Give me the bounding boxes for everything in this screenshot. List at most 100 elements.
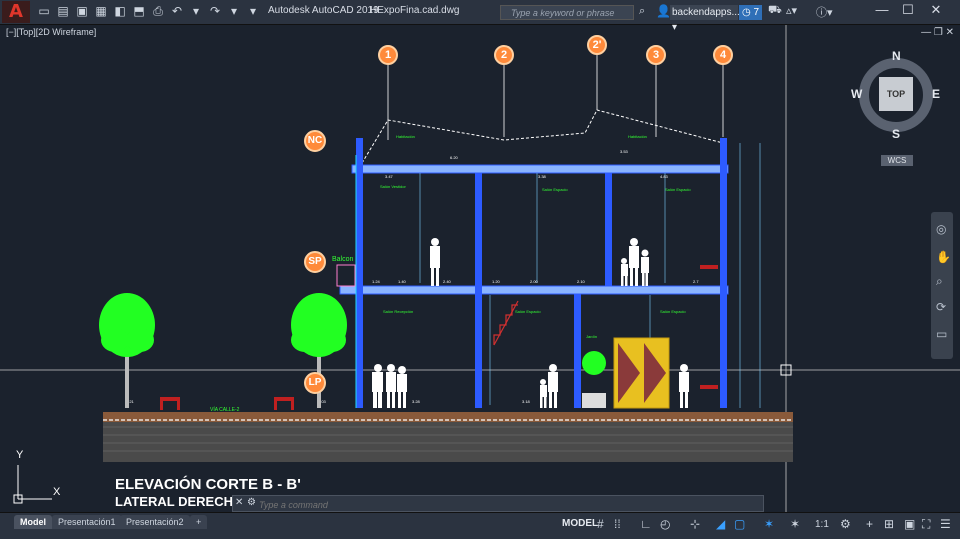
command-settings-icon[interactable]: ⚙ (247, 497, 256, 508)
compass-west[interactable]: W (851, 87, 862, 101)
help-icon[interactable]: ⓘ▾ (816, 4, 833, 20)
tab-model[interactable]: Model (14, 515, 52, 529)
maximize-icon[interactable]: ☐ (896, 2, 920, 18)
compass-east[interactable]: E (932, 87, 940, 101)
user-account[interactable]: backendapps... ▾ (670, 5, 740, 33)
column-3b (574, 294, 581, 408)
compass-north[interactable]: N (892, 49, 901, 63)
axis-marker-1: 1 (378, 45, 398, 65)
close-icon[interactable]: ✕ (924, 2, 948, 18)
annotation-scale[interactable]: 1:1 (815, 519, 829, 530)
column-1 (356, 138, 363, 408)
web-icon[interactable]: ◧ (112, 3, 128, 19)
polar-icon[interactable]: ◴ (660, 517, 670, 531)
viewcube[interactable]: TOP N S W E (851, 49, 940, 141)
pan-icon[interactable]: ✋ (936, 250, 951, 264)
column-4 (720, 138, 727, 408)
ucs-icon (13, 465, 52, 504)
axis-marker-3: 3 (646, 45, 666, 65)
svg-text:Salón Vestidor: Salón Vestidor (380, 184, 406, 189)
cart-icon[interactable]: ⛟ (768, 4, 782, 18)
navigation-bar: ◎ ✋ ⌕ ⟳ ▭ (931, 212, 953, 359)
axis-lines (387, 55, 724, 140)
wcs-menu[interactable]: WCS (881, 155, 913, 166)
add-layout-button[interactable]: + (190, 515, 208, 529)
new-icon[interactable]: ▭ (36, 3, 52, 19)
planter-box (582, 393, 606, 408)
auto-scale-icon[interactable]: ✶ (790, 517, 800, 531)
column-3 (605, 173, 612, 286)
svg-text:3.53: 3.53 (620, 149, 629, 154)
tab-presentacion1[interactable]: Presentación1 (52, 515, 122, 529)
hardware-acceleration-icon[interactable]: ▣ (904, 517, 915, 531)
level-marker-sp: SP (304, 251, 326, 273)
ucs-x-label: X (53, 486, 61, 498)
grid-icon[interactable]: # (597, 517, 604, 531)
file-title: HExpoFina.cad.dwg (370, 5, 460, 16)
upload-icon[interactable]: ⬒ (131, 3, 147, 19)
drawing-subtitle: LATERAL DERECHA (115, 494, 243, 509)
showmotion-icon[interactable]: ▭ (936, 327, 947, 341)
open-icon[interactable]: ▤ (55, 3, 71, 19)
svg-text:3.28: 3.28 (412, 399, 421, 404)
svg-text:Habitación: Habitación (396, 134, 415, 139)
undo-dropdown-icon[interactable]: ▾ (188, 3, 204, 19)
svg-text:1.24: 1.24 (372, 279, 381, 284)
app-store-icon[interactable]: ▵▾ (786, 4, 797, 17)
save-as-icon[interactable]: ▦ (93, 3, 109, 19)
save-icon[interactable]: ▣ (74, 3, 90, 19)
zoom-extents-icon[interactable]: ⌕ (936, 274, 943, 289)
customization-menu-icon[interactable]: ☰ (940, 517, 951, 531)
app-menu-button[interactable]: A (2, 1, 30, 23)
svg-text:1.40: 1.40 (398, 279, 407, 284)
street-label: VÍA CALLE-2 (210, 407, 240, 413)
balcon-label: Balcon (332, 256, 354, 263)
svg-text:3.38: 3.38 (538, 174, 547, 179)
minimize-icon[interactable]: — (870, 2, 894, 17)
dimension-text: 6.20 3.53 3.47 3.38 4.83 1.24 1.40 2.40 … (126, 149, 699, 404)
svg-text:2.40: 2.40 (443, 279, 452, 284)
app-title: Autodesk AutoCAD 2019 (268, 5, 379, 16)
viewcube-top-face[interactable]: TOP (879, 77, 913, 111)
column-2 (475, 173, 482, 408)
model-space-toggle[interactable]: MODEL (562, 518, 598, 529)
tab-presentacion2[interactable]: Presentación2 (120, 515, 190, 529)
plus-icon[interactable]: + (866, 517, 873, 531)
annotation-visibility-icon[interactable]: ✶ (764, 517, 774, 531)
steering-wheel-icon[interactable]: ◎ (936, 222, 946, 236)
ucs-y-label: Y (16, 449, 24, 461)
axis-marker-2-prime: 2' (587, 35, 607, 55)
stairs (493, 300, 519, 346)
svg-text:3.47: 3.47 (385, 174, 394, 179)
orbit-icon[interactable]: ⟳ (936, 300, 946, 314)
clean-screen-icon[interactable]: ⛶ (922, 517, 930, 532)
quick-access-toolbar: ▭ ▤ ▣ ▦ ◧ ⬒ ⎙ ↶ ▾ ↷ ▾ ▾ (36, 3, 261, 21)
snap-icon[interactable]: ⁞⁞ (614, 517, 621, 531)
drawing-viewport[interactable]: [−][Top][2D Wireframe] — ❐ ✕ Habitación … (0, 25, 960, 512)
compass-south[interactable]: S (892, 127, 900, 141)
svg-text:Habitación: Habitación (628, 134, 647, 139)
selection-cycling-icon[interactable]: ▢ (734, 517, 745, 531)
roof-outline (361, 109, 724, 165)
redo-icon[interactable]: ↷ (207, 3, 223, 19)
units-icon[interactable]: ⊞ (884, 517, 894, 531)
print-icon[interactable]: ⎙ (150, 3, 166, 19)
workspace-gear-icon[interactable]: ⚙ (840, 517, 851, 531)
ortho-icon[interactable]: ∟ (640, 517, 652, 531)
undo-icon[interactable]: ↶ (169, 3, 185, 19)
osnap-icon[interactable]: ⊹ (690, 517, 700, 531)
svg-text:Salón Recepción: Salón Recepción (383, 309, 413, 314)
close-command-icon[interactable]: ✕ (235, 497, 243, 508)
redo-dropdown-icon[interactable]: ▾ (226, 3, 242, 19)
command-input[interactable] (257, 496, 761, 513)
notifications-count: 7 (753, 7, 760, 18)
search-input[interactable]: Type a keyword or phrase (500, 5, 634, 20)
svg-text:Salón Espacio: Salón Espacio (542, 187, 568, 192)
customize-icon[interactable]: ▾ (245, 3, 261, 19)
lineweight-icon[interactable]: ◢ (716, 517, 725, 531)
notifications-badge[interactable]: ◷ 7 (739, 5, 763, 20)
level-marker-lp: LP (304, 372, 326, 394)
search-icon[interactable]: ⌕ (639, 5, 645, 18)
svg-text:3.18: 3.18 (522, 399, 531, 404)
user-icon[interactable]: 👤 (656, 4, 671, 18)
